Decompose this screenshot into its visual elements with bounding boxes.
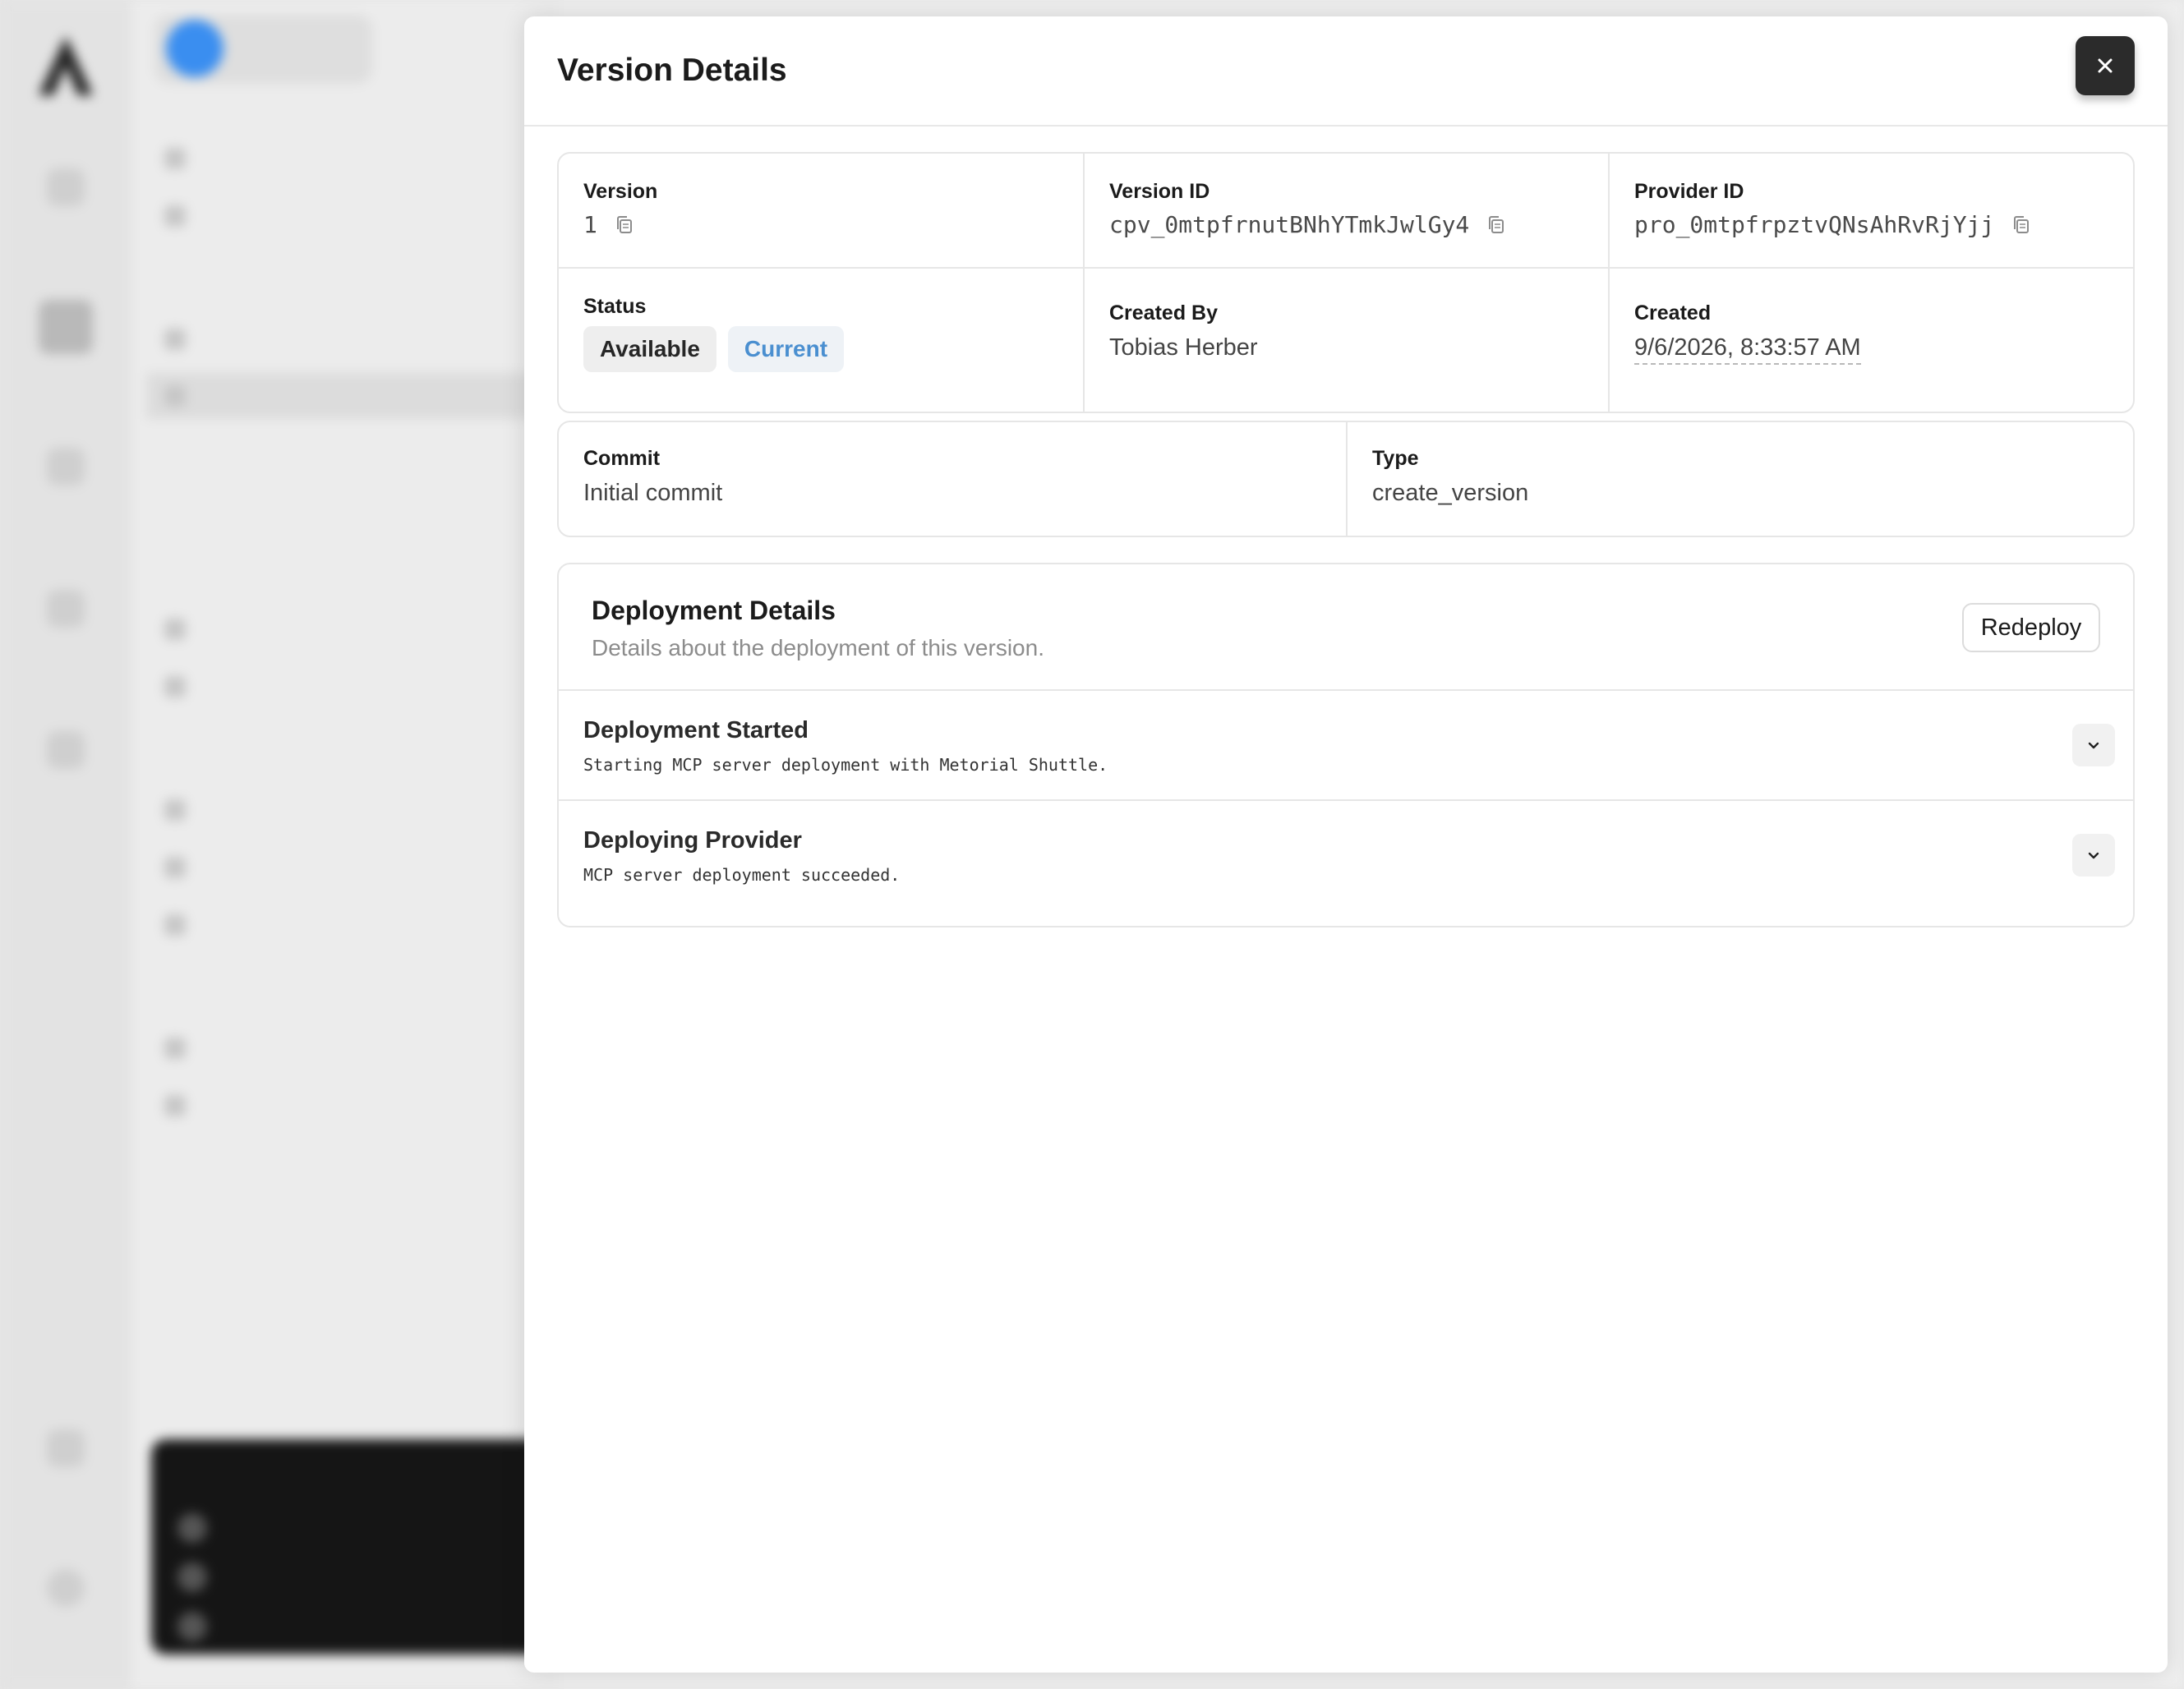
- app-rail: [0, 0, 131, 1689]
- rail-item: [0, 731, 131, 782]
- version-value: 1: [583, 211, 597, 238]
- expand-button[interactable]: [2072, 724, 2115, 766]
- type-label: Type: [1372, 447, 1419, 470]
- version-info-card: Version 1 Version ID cpv_0mtpfrnutBNhYTm…: [557, 152, 2135, 413]
- deployment-step[interactable]: Deployment Started Starting MCP server d…: [559, 689, 2133, 799]
- nav-item: [164, 1025, 186, 1071]
- nav-item: [164, 1083, 186, 1129]
- deployment-step[interactable]: Deploying Provider MCP server deployment…: [559, 799, 2133, 926]
- deployment-step-title: Deploying Provider: [583, 827, 802, 854]
- nav-item: [164, 316, 186, 362]
- deployment-details-card: Deployment Details Details about the dep…: [557, 563, 2135, 927]
- created-timestamp[interactable]: 9/6/2026, 8:33:57 AM: [1634, 334, 1861, 365]
- copy-icon[interactable]: [615, 215, 634, 235]
- close-icon: [2098, 58, 2113, 73]
- nav-item: [164, 902, 186, 948]
- rail-item: [0, 448, 131, 499]
- version-id-value: cpv_0mtpfrnutBNhYTmkJwlGy4: [1109, 211, 1470, 238]
- deployment-title: Deployment Details: [592, 596, 836, 625]
- version-id-label: Version ID: [1109, 180, 1210, 203]
- deployment-step-description: MCP server deployment succeeded.: [583, 865, 901, 885]
- rail-item: [0, 168, 131, 219]
- expand-button[interactable]: [2072, 834, 2115, 877]
- modal-title: Version Details: [557, 53, 787, 88]
- nav-item: [164, 606, 186, 652]
- redeploy-button[interactable]: Redeploy: [1962, 603, 2100, 652]
- nav-item: [164, 844, 186, 891]
- created-label: Created: [1634, 301, 1712, 324]
- version-id-cell: Version ID cpv_0mtpfrnutBNhYTmkJwlGy4: [1085, 154, 1608, 267]
- version-cell: Version 1: [559, 154, 1083, 267]
- rail-item: [0, 1569, 131, 1620]
- sidebar: [131, 0, 574, 1689]
- type-cell: Type create_version: [1348, 422, 2133, 536]
- created-by-value: Tobias Herber: [1109, 334, 1258, 361]
- nav-item: [164, 136, 186, 182]
- close-button[interactable]: [2076, 36, 2135, 95]
- rail-item: [0, 1429, 131, 1480]
- nav-item-active: [146, 373, 574, 419]
- commit-cell: Commit Initial commit: [559, 422, 1346, 536]
- nav-item: [164, 664, 186, 710]
- deployment-step-description: Starting MCP server deployment with Meto…: [583, 755, 1108, 775]
- rail-item-active: [0, 300, 131, 367]
- deployment-step-title: Deployment Started: [583, 717, 809, 743]
- commit-label: Commit: [583, 447, 661, 470]
- logo-icon: [39, 36, 93, 95]
- chevron-down-icon: [2088, 742, 2099, 749]
- commit-card: Commit Initial commit Type create_versio…: [557, 421, 2135, 537]
- deployment-subtitle: Details about the deployment of this ver…: [592, 635, 1044, 660]
- commit-value: Initial commit: [583, 480, 723, 506]
- status-label: Status: [583, 295, 647, 318]
- status-badge-current: Current: [727, 326, 845, 372]
- copy-icon[interactable]: [2012, 215, 2030, 235]
- status-badge-available: Available: [583, 326, 716, 372]
- created-by-label: Created By: [1109, 301, 1218, 324]
- provider-id-label: Provider ID: [1634, 180, 1744, 203]
- type-value: create_version: [1372, 480, 1529, 506]
- modal-header: Version Details: [524, 16, 2168, 127]
- provider-id-value: pro_0mtpfrpztvQNsAhRvRjYjj: [1634, 211, 1995, 238]
- status-cell: Status Available Current: [559, 269, 1083, 412]
- provider-id-cell: Provider ID pro_0mtpfrpztvQNsAhRvRjYjj: [1610, 154, 2133, 267]
- created-by-cell: Created By Tobias Herber: [1085, 269, 1608, 412]
- chevron-down-icon: [2088, 852, 2099, 859]
- version-details-modal: Version Details Version 1 Version ID cpv…: [524, 16, 2168, 1673]
- nav-item: [164, 787, 186, 833]
- created-cell: Created 9/6/2026, 8:33:57 AM: [1610, 269, 2133, 412]
- getting-started-panel: [151, 1439, 562, 1654]
- copy-icon[interactable]: [1487, 215, 1505, 235]
- nav-item: [164, 193, 186, 239]
- rail-item: [0, 590, 131, 641]
- version-label: Version: [583, 180, 658, 203]
- org-avatar: [166, 20, 223, 77]
